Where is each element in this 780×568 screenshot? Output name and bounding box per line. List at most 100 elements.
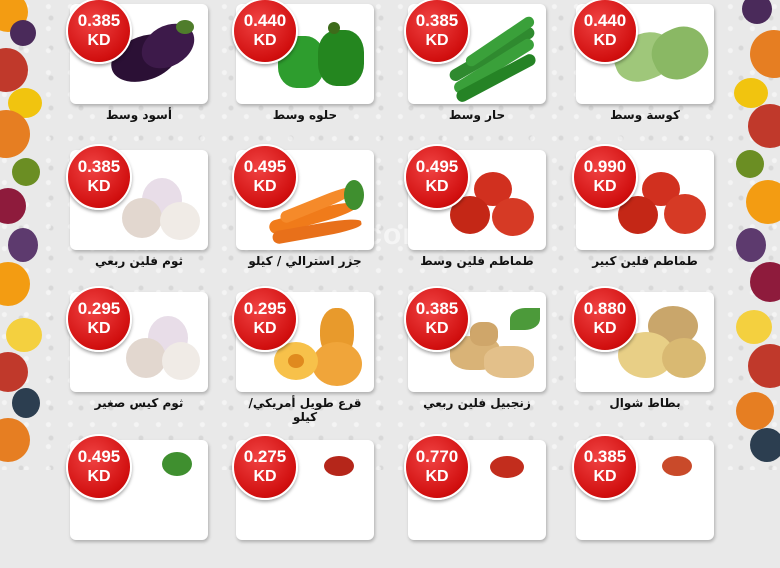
product-card[interactable]: 0.495 KD: [66, 434, 208, 568]
price-badge: 0.440 KD: [232, 0, 298, 64]
price-currency: KD: [425, 32, 449, 49]
melon-icon: [750, 30, 780, 78]
price-value: 0.275: [243, 447, 287, 466]
price-currency: KD: [425, 320, 449, 337]
fruit-border-right: [730, 0, 780, 470]
apple-icon: [748, 104, 780, 148]
price-value: 0.495: [415, 157, 459, 176]
product-name: طماطم فلين كبير: [592, 254, 698, 268]
price-value: 0.385: [77, 11, 121, 30]
price-badge: 0.295 KD: [232, 286, 298, 352]
kiwi-icon: [12, 158, 40, 186]
price-badge: 0.495 KD: [232, 144, 298, 210]
grape-icon: [10, 20, 36, 46]
product-card[interactable]: 0.275 KD: [232, 434, 374, 568]
price-value: 0.440: [583, 11, 627, 30]
price-value: 0.385: [415, 11, 459, 30]
price-value: 0.385: [415, 299, 459, 318]
product-card[interactable]: 0.440 KD حلوه وسط: [232, 0, 374, 132]
price-value: 0.385: [77, 157, 121, 176]
product-name: ثوم كيس صغير: [94, 396, 184, 410]
product-name: حلوه وسط: [272, 108, 338, 122]
price-badge: 0.295 KD: [66, 286, 132, 352]
price-value: 0.495: [77, 447, 121, 466]
price-currency: KD: [425, 178, 449, 195]
product-name: طماطم فلين وسط: [420, 254, 534, 268]
product-name: قرع طويل أمريكي/ كيلو: [248, 396, 362, 424]
kiwi-icon: [736, 150, 764, 178]
product-card[interactable]: 0.385 KD زنجبيل فلين ربعي: [404, 286, 546, 420]
price-currency: KD: [87, 32, 111, 49]
berry-icon: [750, 262, 780, 302]
product-card[interactable]: 0.385 KD: [572, 434, 714, 568]
lemon-icon: [736, 310, 772, 344]
price-badge: 0.275 KD: [232, 434, 298, 500]
price-currency: KD: [87, 320, 111, 337]
price-value: 0.295: [77, 299, 121, 318]
grape-icon: [12, 388, 40, 418]
price-badge: 0.770 KD: [404, 434, 470, 500]
price-badge: 0.385 KD: [404, 286, 470, 352]
apple-icon: [0, 48, 28, 92]
product-name: ثوم فلين ربعي: [95, 254, 183, 268]
price-badge: 0.385 KD: [66, 0, 132, 64]
price-currency: KD: [593, 178, 617, 195]
price-currency: KD: [87, 178, 111, 195]
product-name: كوسة وسط: [610, 108, 680, 122]
orange-icon: [736, 392, 774, 430]
product-card[interactable]: 0.385 KD ثوم فلين ربعي: [66, 144, 208, 278]
grape-icon: [742, 0, 772, 24]
price-badge: 0.385 KD: [66, 144, 132, 210]
price-value: 0.990: [583, 157, 627, 176]
price-value: 0.295: [243, 299, 287, 318]
price-badge: 0.880 KD: [572, 286, 638, 352]
grape-icon: [750, 428, 780, 462]
orange-icon: [0, 262, 30, 306]
price-badge: 0.495 KD: [66, 434, 132, 500]
price-currency: KD: [253, 320, 277, 337]
product-name: حار وسط: [448, 108, 506, 122]
price-badge: 0.440 KD: [572, 0, 638, 64]
price-value: 0.880: [583, 299, 627, 318]
orange-icon: [746, 180, 780, 224]
price-badge: 0.495 KD: [404, 144, 470, 210]
price-badge: 0.990 KD: [572, 144, 638, 210]
price-badge: 0.385 KD: [404, 0, 470, 64]
price-value: 0.440: [243, 11, 287, 30]
product-name: أسود وسط: [106, 108, 172, 122]
product-card[interactable]: 0.440 KD كوسة وسط: [572, 0, 716, 132]
grape-icon: [736, 228, 766, 262]
product-card[interactable]: 0.770 KD: [404, 434, 546, 568]
product-name: زنجبيل فلين ربعي: [423, 396, 531, 410]
product-name: بطاط شوال: [609, 396, 681, 410]
price-value: 0.770: [415, 447, 459, 466]
grape-icon: [8, 228, 38, 262]
price-badge: 0.385 KD: [572, 434, 638, 500]
price-value: 0.385: [583, 447, 627, 466]
apple-icon: [748, 344, 780, 388]
price-currency: KD: [593, 320, 617, 337]
product-card[interactable]: 0.295 KD قرع طويل أمريكي/ كيلو: [232, 286, 374, 424]
apple-icon: [0, 352, 28, 392]
product-card[interactable]: 0.495 KD جزر استرالي / كيلو: [232, 144, 374, 278]
product-card[interactable]: 0.495 KD طماطم فلين وسط: [404, 144, 546, 278]
orange-icon: [0, 418, 30, 462]
price-currency: KD: [593, 468, 617, 485]
product-name: جزر استرالي / كيلو: [248, 254, 362, 268]
lemon-icon: [734, 78, 768, 108]
product-card[interactable]: 0.990 KD طماطم فلين كبير: [572, 144, 714, 278]
price-value: 0.495: [243, 157, 287, 176]
price-currency: KD: [593, 32, 617, 49]
price-currency: KD: [253, 32, 277, 49]
product-card[interactable]: 0.295 KD ثوم كيس صغير: [66, 286, 208, 420]
price-currency: KD: [253, 178, 277, 195]
lemon-icon: [6, 318, 42, 352]
price-currency: KD: [253, 468, 277, 485]
price-currency: KD: [425, 468, 449, 485]
product-card[interactable]: 0.880 KD بطاط شوال: [572, 286, 714, 420]
berry-icon: [0, 188, 26, 224]
fruit-border-left: [0, 0, 50, 470]
product-card[interactable]: 0.385 KD أسود وسط: [66, 0, 208, 132]
product-card[interactable]: 0.385 KD حار وسط: [404, 0, 546, 132]
price-currency: KD: [87, 468, 111, 485]
